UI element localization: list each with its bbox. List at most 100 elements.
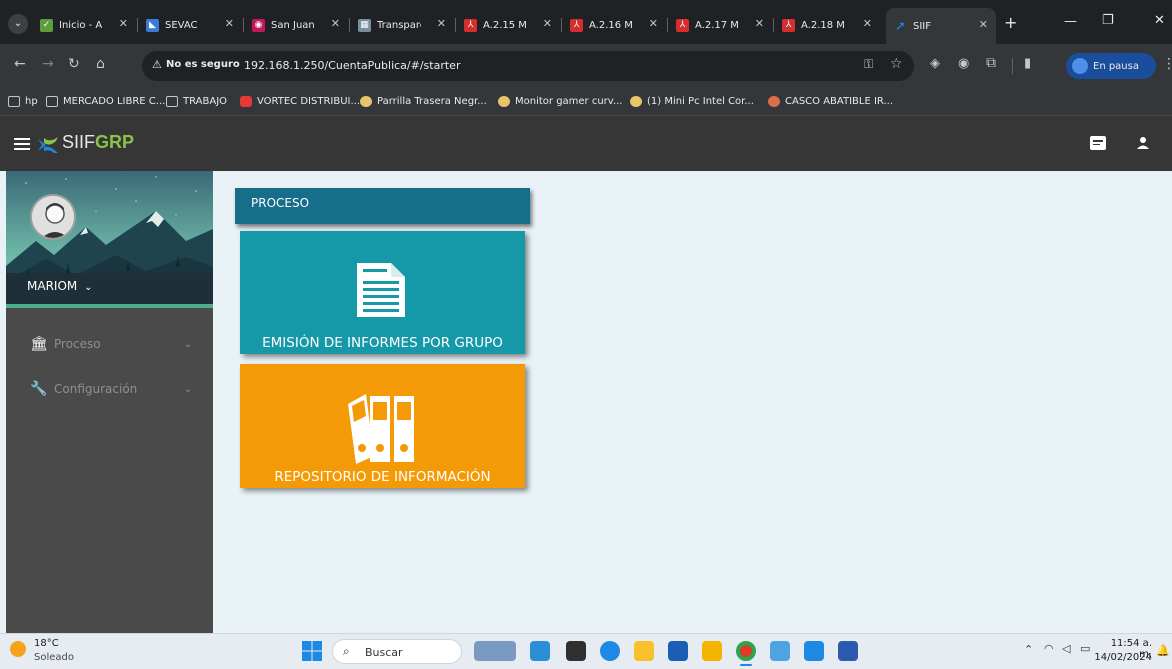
- task-view-icon[interactable]: [566, 641, 586, 661]
- store-icon[interactable]: [668, 641, 688, 661]
- word-app-icon[interactable]: [838, 641, 858, 661]
- chevron-up-icon[interactable]: ⌃: [1024, 643, 1033, 656]
- tab-title: San Juan: [271, 19, 315, 31]
- forward-arrow-icon[interactable]: →: [42, 56, 54, 72]
- close-tab-icon[interactable]: ✕: [543, 17, 552, 30]
- siif-logo-icon: [38, 137, 58, 153]
- folder-icon: [166, 96, 178, 107]
- mercadolibre-icon: [630, 96, 642, 107]
- file-explorer-icon[interactable]: [634, 641, 654, 661]
- close-window-button[interactable]: ✕: [1154, 13, 1165, 28]
- browser-menu-icon[interactable]: ⋮: [1162, 56, 1172, 72]
- browser-tab-3[interactable]: ◉ San Juan ✕: [244, 12, 348, 38]
- profile-button[interactable]: En pausa: [1066, 53, 1156, 79]
- browser-tab-7[interactable]: ⅄ A.2.17 Ma ✕: [668, 12, 772, 38]
- weather-temperature[interactable]: 18°C: [34, 638, 59, 649]
- bookmark-item[interactable]: MERCADO LIBRE C...: [46, 96, 165, 107]
- close-tab-icon[interactable]: ✕: [331, 17, 340, 30]
- active-app-indicator: [740, 664, 752, 666]
- hamburger-menu-icon[interactable]: [14, 138, 30, 150]
- browser-tab-1[interactable]: ✓ Inicio - A ✕: [32, 12, 136, 38]
- url-text[interactable]: 192.168.1.250/CuentaPublica/#/starter: [244, 59, 460, 72]
- weather-description[interactable]: Soleado: [34, 652, 74, 663]
- tab-title: SIIF: [913, 20, 931, 32]
- close-tab-icon[interactable]: ✕: [979, 18, 988, 31]
- back-arrow-icon[interactable]: ←: [14, 56, 26, 72]
- sidebar-item-label: Proceso: [54, 337, 101, 351]
- new-tab-button[interactable]: +: [1004, 13, 1017, 32]
- bookmark-item[interactable]: TRABAJO: [166, 96, 227, 107]
- copilot-icon[interactable]: [530, 641, 550, 661]
- folder-icon: [46, 96, 58, 107]
- bookmark-item[interactable]: hp: [8, 96, 38, 107]
- chevron-down-icon: ⌄: [84, 282, 93, 293]
- youtube-icon: [240, 96, 252, 107]
- battery-icon[interactable]: ▭: [1080, 642, 1090, 655]
- tab-title: A.2.15 Ma: [483, 19, 527, 31]
- wrench-icon: 🔧: [30, 381, 48, 397]
- user-menu-toggle[interactable]: MARIOM ⌄: [27, 279, 92, 293]
- browser-tab-8[interactable]: ⅄ A.2.18 Ma ✕: [774, 12, 880, 38]
- bookmark-item[interactable]: (1) Mini Pc Intel Cor...: [630, 96, 754, 107]
- side-panel-icon[interactable]: ▮: [1024, 56, 1031, 71]
- address-bar[interactable]: ⚠ No es seguro 192.168.1.250/CuentaPubli…: [142, 51, 914, 81]
- user-account-icon[interactable]: [1136, 136, 1150, 150]
- warning-icon[interactable]: ⚠: [152, 58, 162, 71]
- pdf-icon: ⅄: [782, 18, 795, 32]
- bookmark-item[interactable]: Parrilla Trasera Negr...: [360, 96, 487, 107]
- pdf-icon: ⅄: [570, 18, 583, 32]
- avatar[interactable]: [30, 194, 76, 240]
- browser-tab-2[interactable]: ◣ SEVAC ✕: [138, 12, 242, 38]
- sticky-notes-icon[interactable]: [702, 641, 722, 661]
- restore-window-button[interactable]: ❐: [1102, 13, 1114, 28]
- close-tab-icon[interactable]: ✕: [119, 17, 128, 30]
- browser-tab-4[interactable]: ▦ Transpare ✕: [350, 12, 454, 38]
- card-repositorio-informacion[interactable]: REPOSITORIO DE INFORMACIÓN: [240, 364, 525, 488]
- close-tab-icon[interactable]: ✕: [863, 17, 872, 30]
- username: MARIOM: [27, 279, 78, 293]
- chat-icon[interactable]: [1090, 136, 1106, 150]
- password-key-icon[interactable]: ⚿: [864, 57, 873, 72]
- app-logo[interactable]: SIIFGRP: [62, 132, 134, 153]
- wifi-icon[interactable]: ◠: [1044, 642, 1054, 655]
- bookmark-star-icon[interactable]: ☆: [890, 56, 903, 72]
- tab-search-button[interactable]: ⌄: [8, 14, 28, 34]
- card-emision-informes[interactable]: EMISIÓN DE INFORMES POR GRUPO: [240, 231, 525, 354]
- tab-favicon: ✓: [40, 18, 53, 32]
- tab-title: A.2.17 Ma: [695, 19, 739, 31]
- minimize-window-button[interactable]: —: [1064, 14, 1077, 29]
- bookmark-item[interactable]: VORTEC DISTRIBUI...: [240, 96, 360, 107]
- sidebar-item-proceso[interactable]: 🏛 Proceso ⌄: [6, 324, 213, 364]
- speaker-icon[interactable]: ◁: [1062, 642, 1070, 655]
- edge-browser-icon[interactable]: [600, 641, 620, 661]
- reload-icon[interactable]: ↻: [68, 56, 80, 72]
- extension-icon[interactable]: ◈: [930, 56, 940, 71]
- profile-avatar-icon: [1072, 58, 1088, 74]
- close-tab-icon[interactable]: ✕: [755, 17, 764, 30]
- siif-app-icon[interactable]: [804, 641, 824, 661]
- chrome-browser-icon[interactable]: [736, 641, 756, 661]
- bookmark-item[interactable]: Monitor gamer curv...: [498, 96, 622, 107]
- taskbar-search-input[interactable]: ⌕ Buscar: [332, 639, 462, 664]
- photos-app-icon[interactable]: [770, 641, 790, 661]
- close-tab-icon[interactable]: ✕: [225, 17, 234, 30]
- extensions-puzzle-icon[interactable]: ⧉: [986, 55, 996, 71]
- close-tab-icon[interactable]: ✕: [437, 17, 446, 30]
- close-tab-icon[interactable]: ✕: [649, 17, 658, 30]
- bookmark-item[interactable]: CASCO ABATIBLE IR...: [768, 96, 893, 107]
- user-profile-banner: MARIOM ⌄: [6, 171, 213, 308]
- tab-title: A.2.16 Ma: [589, 19, 633, 31]
- windows-start-icon[interactable]: [302, 641, 322, 661]
- clock-date[interactable]: 14/02/2024: [1094, 652, 1152, 663]
- sun-weather-icon[interactable]: [10, 641, 26, 657]
- extension-2-icon[interactable]: ◉: [958, 56, 969, 71]
- widgets-icon[interactable]: [474, 641, 516, 661]
- browser-tab-6[interactable]: ⅄ A.2.16 Ma ✕: [562, 12, 666, 38]
- browser-tab-active[interactable]: ➚ SIIF ✕: [886, 8, 996, 44]
- home-icon[interactable]: ⌂: [96, 56, 105, 72]
- security-status[interactable]: No es seguro: [166, 59, 240, 70]
- browser-tab-5[interactable]: ⅄ A.2.15 Ma ✕: [456, 12, 560, 38]
- section-header: PROCESO: [235, 188, 530, 224]
- sidebar-item-configuracion[interactable]: 🔧 Configuración ⌄: [6, 369, 213, 409]
- notification-bell-icon[interactable]: 🔔: [1156, 644, 1170, 657]
